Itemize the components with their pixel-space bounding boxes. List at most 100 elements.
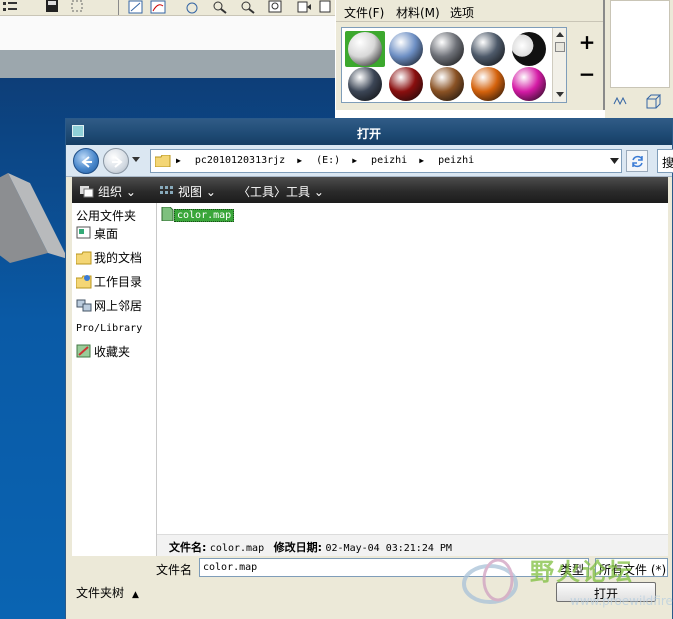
spin-icon[interactable] (184, 0, 200, 14)
file-item[interactable]: color.map (161, 207, 235, 222)
material-swatch-dark-red[interactable] (389, 67, 423, 101)
menu-file[interactable]: 文件(F) (344, 4, 384, 21)
app-toolbar (0, 0, 335, 16)
material-swatch-brown[interactable] (430, 67, 464, 101)
scroll-up-icon[interactable] (555, 30, 565, 38)
swatch-scrollbar[interactable] (552, 28, 566, 102)
menu-options[interactable]: 选项 (450, 4, 474, 21)
navigation-pane: 公用文件夹 桌面 我的文档 工作目录 网上邻居 Pro/Library 收藏夹 (72, 203, 157, 575)
dialog-titlebar[interactable]: 打开 (66, 119, 672, 145)
nav-header: 公用文件夹 (76, 209, 137, 223)
dialog-title: 打开 (356, 127, 381, 141)
material-swatch-charcoal[interactable] (348, 67, 382, 101)
material-swatch-gray[interactable] (430, 32, 464, 66)
address-field[interactable]: ▶ pc2010120313rjz ▶ (E:) ▶ peizhi ▶ peiz… (150, 149, 622, 173)
nav-item-desktop[interactable]: 桌面 (76, 225, 118, 243)
material-menubar: 文件(F) 材料(M) 选项 (336, 0, 603, 22)
filetype-select[interactable]: 所有文件 (*) (595, 558, 668, 577)
nav-item-label: Pro/Library (76, 323, 143, 334)
material-swatch-orange[interactable] (471, 67, 505, 101)
back-button[interactable] (73, 148, 99, 174)
search-input[interactable]: 搜 (657, 149, 673, 173)
tools-menu[interactable]: 〈工具〉工具 ⌄ (238, 183, 324, 200)
orient-icon[interactable] (296, 0, 312, 14)
details-bar: 文件名: color.map 修改日期: 02-May-04 03:21:24 … (157, 534, 668, 556)
breadcrumb-arrow-icon[interactable]: ▶ (176, 156, 181, 165)
nav-item-label: 桌面 (94, 227, 119, 241)
filename-input[interactable]: color.map (199, 558, 589, 577)
documents-folder-icon (76, 251, 92, 265)
wave-icon[interactable] (613, 94, 627, 108)
folders-label: 文件夹树 (76, 586, 125, 600)
zoom-in-icon[interactable] (212, 0, 228, 14)
history-dropdown-icon[interactable] (132, 157, 140, 163)
breadcrumb-folder-1[interactable]: peizhi (371, 155, 407, 166)
breadcrumb-arrow-icon[interactable]: ▶ (297, 156, 302, 165)
select-box-icon[interactable] (70, 0, 86, 14)
file-list[interactable]: color.map (157, 203, 668, 534)
material-swatch-crescent[interactable] (512, 32, 546, 66)
zoom-out-icon[interactable] (240, 0, 256, 14)
network-icon (76, 299, 92, 312)
details-date-label: 修改日期: (273, 541, 322, 554)
remove-material-button[interactable]: − (578, 62, 596, 86)
filename-label: 文件名 (156, 563, 193, 577)
nav-item-label: 收藏夹 (94, 345, 131, 359)
arrow-left-icon (81, 156, 92, 168)
view-icon[interactable] (318, 0, 334, 14)
right-panel-list (610, 0, 670, 88)
material-swatch-dark-slate[interactable] (471, 32, 505, 66)
organize-menu[interactable]: 组织 ⌄ (80, 183, 136, 200)
chevron-down-icon: ⌄ (313, 185, 324, 199)
organize-icon (80, 186, 94, 198)
file-icon (161, 207, 174, 221)
organize-label: 组织 (98, 185, 123, 199)
chevron-down-icon: ⌄ (205, 185, 216, 199)
nav-item-network[interactable]: 网上邻居 (76, 297, 142, 315)
material-swatch-panel (341, 27, 567, 103)
nav-item-label: 我的文档 (94, 251, 143, 265)
refresh-button[interactable] (626, 150, 648, 172)
breadcrumb-folder-2[interactable]: peizhi (438, 155, 474, 166)
nav-item-working-directory[interactable]: 工作目录 (76, 273, 142, 291)
refit-icon[interactable] (268, 0, 284, 14)
sketch-icon[interactable] (128, 0, 144, 14)
add-material-button[interactable]: + (578, 30, 596, 54)
right-side-panel (605, 0, 673, 120)
breadcrumb-computer[interactable]: pc2010120313rjz (195, 155, 285, 166)
views-icon (160, 186, 173, 194)
curve-icon[interactable] (150, 0, 166, 14)
favorites-icon (76, 344, 91, 358)
details-date-value: 02-May-04 03:21:24 PM (325, 543, 452, 554)
nav-item-label: 工作目录 (94, 275, 143, 289)
breadcrumb-arrow-icon[interactable]: ▶ (352, 156, 357, 165)
app-workspace-strip (0, 16, 335, 50)
filetype-label: 类型 (560, 563, 585, 577)
scroll-down-icon[interactable] (555, 91, 565, 99)
chevron-up-icon: ▲ (132, 590, 139, 600)
list-icon[interactable] (2, 0, 18, 14)
forward-button[interactable] (103, 148, 129, 174)
views-menu[interactable]: 视图 ⌄ (160, 183, 216, 200)
nav-item-favorites[interactable]: 收藏夹 (76, 343, 130, 361)
material-swatch-white[interactable] (348, 32, 382, 66)
nav-item-my-documents[interactable]: 我的文档 (76, 249, 142, 267)
material-swatch-magenta[interactable] (512, 67, 546, 101)
material-swatch-light-blue[interactable] (389, 32, 423, 66)
folders-toggle[interactable]: 文件夹树 ▲ (76, 584, 139, 601)
chevron-down-icon: ⌄ (125, 185, 136, 199)
arrow-right-icon (112, 156, 123, 168)
scroll-thumb[interactable] (555, 42, 565, 52)
save-icon[interactable] (44, 0, 60, 14)
nav-item-pro-library[interactable]: Pro/Library (76, 323, 142, 341)
breadcrumb-drive[interactable]: (E:) (316, 155, 340, 166)
open-button[interactable]: 打开 (556, 582, 656, 602)
desktop-icon (76, 226, 91, 239)
details-name-value: color.map (209, 543, 265, 554)
breadcrumb: ▶ pc2010120313rjz ▶ (E:) ▶ peizhi ▶ peiz… (176, 155, 480, 166)
address-bar: ▶ pc2010120313rjz ▶ (E:) ▶ peizhi ▶ peiz… (66, 145, 673, 177)
breadcrumb-arrow-icon[interactable]: ▶ (419, 156, 424, 165)
chevron-down-icon[interactable] (610, 158, 619, 164)
menu-material[interactable]: 材料(M) (396, 4, 440, 21)
cube-icon[interactable] (645, 94, 661, 110)
